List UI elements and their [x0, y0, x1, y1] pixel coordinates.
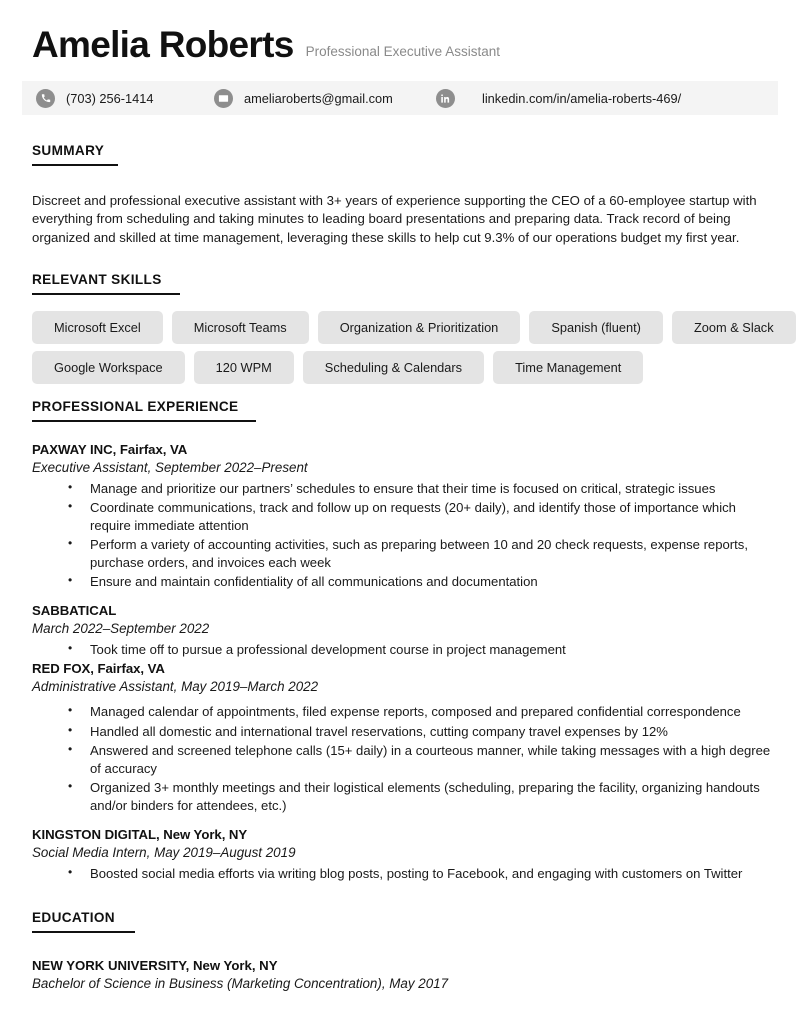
experience-entry: PAXWAY INC, Fairfax, VA Executive Assist…: [32, 442, 778, 591]
experience-section: PROFESSIONAL EXPERIENCE PAXWAY INC, Fair…: [22, 398, 778, 883]
bullet-item: Perform a variety of accounting activiti…: [68, 535, 778, 572]
contact-phone-text: (703) 256-1414: [66, 90, 154, 106]
summary-heading: SUMMARY: [32, 143, 119, 166]
bullet-item: Manage and prioritize our partners’ sche…: [68, 479, 778, 498]
job-company: SABBATICAL: [32, 603, 117, 619]
job-bullets: Boosted social media efforts via writing…: [32, 864, 778, 883]
education-heading: EDUCATION: [32, 910, 135, 933]
skill-chip[interactable]: Zoom & Slack: [671, 311, 796, 345]
experience-entry: RED FOX, Fairfax, VA Administrative Assi…: [32, 661, 778, 814]
skills-row: Microsoft Excel Microsoft Teams Organiza…: [32, 311, 796, 345]
job-role: Social Media Intern, May 2019–August 201…: [32, 844, 296, 860]
bullet-item: Answered and screened telephone calls (1…: [68, 741, 778, 778]
skill-chip[interactable]: Google Workspace: [32, 351, 185, 385]
experience-heading: PROFESSIONAL EXPERIENCE: [32, 399, 257, 423]
contact-bar: (703) 256-1414 ameliaroberts@gmail.com l…: [22, 81, 778, 115]
job-role: Administrative Assistant, May 2019–March…: [32, 679, 319, 695]
job-company: PAXWAY INC, Fairfax, VA: [32, 442, 188, 458]
skill-chip[interactable]: Spanish (fluent): [529, 311, 663, 345]
skills-heading: RELEVANT SKILLS: [32, 272, 180, 296]
candidate-subtitle: Professional Executive Assistant: [305, 44, 500, 59]
job-role: Executive Assistant, September 2022–Pres…: [32, 460, 308, 476]
bullet-item: Boosted social media efforts via writing…: [68, 864, 778, 883]
experience-entry: SABBATICAL March 2022–September 2022 Too…: [32, 603, 778, 659]
job-bullets: Managed calendar of appointments, filed …: [32, 702, 778, 815]
education-school: NEW YORK UNIVERSITY, New York, NY: [32, 957, 278, 973]
bullet-item: Organized 3+ monthly meetings and their …: [68, 778, 778, 815]
skill-chip[interactable]: Microsoft Teams: [171, 311, 309, 345]
skill-chip[interactable]: Organization & Prioritization: [317, 311, 521, 345]
resume-page: Amelia Roberts Professional Executive As…: [0, 0, 800, 1035]
skill-chip[interactable]: 120 WPM: [193, 351, 294, 385]
bullet-item: Took time off to pursue a professional d…: [68, 640, 778, 659]
bullet-item: Coordinate communications, track and fol…: [68, 498, 778, 535]
skills-section: RELEVANT SKILLS Microsoft Excel Microsof…: [22, 271, 796, 385]
contact-phone[interactable]: (703) 256-1414: [36, 88, 214, 108]
job-company: KINGSTON DIGITAL, New York, NY: [32, 826, 248, 842]
envelope-icon: [214, 88, 233, 108]
job-bullets: Took time off to pursue a professional d…: [32, 640, 778, 659]
contact-email[interactable]: ameliaroberts@gmail.com: [214, 88, 436, 108]
summary-section: SUMMARY Discreet and professional execut…: [22, 142, 778, 247]
summary-text: Discreet and professional executive assi…: [32, 193, 757, 245]
job-company: RED FOX, Fairfax, VA: [32, 661, 165, 677]
skills-list: Microsoft Excel Microsoft Teams Organiza…: [32, 311, 796, 385]
contact-email-text: ameliaroberts@gmail.com: [244, 90, 393, 106]
skills-row: Google Workspace 120 WPM Scheduling & Ca…: [32, 351, 778, 385]
candidate-name: Amelia Roberts: [32, 24, 294, 65]
bullet-item: Handled all domestic and international t…: [68, 722, 778, 741]
skill-chip[interactable]: Microsoft Excel: [32, 311, 163, 345]
resume-header: Amelia Roberts Professional Executive As…: [22, 0, 778, 63]
bullet-item: Ensure and maintain confidentiality of a…: [68, 572, 778, 591]
experience-entry: KINGSTON DIGITAL, New York, NY Social Me…: [32, 827, 778, 883]
job-role: March 2022–September 2022: [32, 621, 210, 637]
contact-linkedin-text: linkedin.com/in/amelia-roberts-469/: [482, 90, 682, 106]
education-section: EDUCATION NEW YORK UNIVERSITY, New York,…: [22, 909, 778, 991]
phone-icon: [36, 88, 55, 108]
bullet-item: Managed calendar of appointments, filed …: [68, 702, 778, 721]
contact-linkedin[interactable]: linkedin.com/in/amelia-roberts-469/: [436, 88, 682, 108]
skill-chip[interactable]: Time Management: [493, 351, 644, 385]
linkedin-icon: [436, 88, 455, 108]
job-bullets: Manage and prioritize our partners’ sche…: [32, 479, 778, 591]
education-degree: Bachelor of Science in Business (Marketi…: [32, 975, 449, 991]
skill-chip[interactable]: Scheduling & Calendars: [302, 351, 485, 385]
